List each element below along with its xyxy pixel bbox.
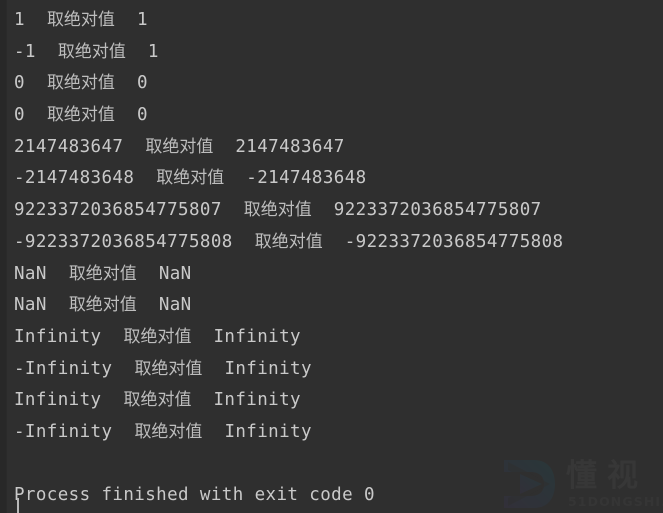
line-input-value: NaN	[14, 263, 47, 284]
line-input-value: 1	[14, 10, 25, 30]
line-input-value: -Infinity	[14, 358, 113, 379]
console-line: Infinity 取绝对值 Infinity	[14, 322, 663, 354]
line-operation-label: 取绝对值	[134, 358, 203, 379]
exit-message-text: Process finished with exit code 0	[14, 485, 375, 506]
line-operation-label: 取绝对值	[68, 263, 137, 284]
line-input-value: -2147483648	[14, 168, 135, 189]
line-input-value: Infinity	[14, 390, 102, 411]
line-input-value: -1	[14, 41, 36, 62]
line-input-value: Infinity	[14, 326, 102, 347]
console-line: Infinity 取绝对值 Infinity	[14, 385, 663, 417]
line-output-value: NaN	[158, 295, 192, 316]
line-output-value: 9223372036854775807	[333, 200, 542, 221]
console-line: -2147483648 取绝对值 -2147483648	[14, 163, 663, 195]
line-operation-label: 取绝对值	[46, 105, 115, 126]
line-output-value: 2147483647	[235, 136, 345, 157]
line-input-value: 9223372036854775807	[14, 200, 222, 221]
line-output-value: Infinity	[213, 390, 301, 411]
process-exit-message: Process finished with exit code 0	[14, 480, 663, 512]
line-input-value: 0	[14, 105, 25, 126]
console-line: 1 取绝对值 1	[14, 5, 663, 37]
console-line: -1 取绝对值 1	[14, 37, 663, 69]
line-operation-label: 取绝对值	[68, 295, 137, 316]
line-output-value: 0	[136, 105, 148, 126]
line-operation-label: 取绝对值	[123, 326, 192, 347]
console-output-panel[interactable]: 1 取绝对值 1 -1 取绝对值 1 0 取绝对值 0 0 取绝对值 0 2147483647 取…	[0, 0, 663, 513]
console-line: 2147483647 取绝对值 2147483647	[14, 132, 663, 164]
text-caret	[17, 498, 19, 513]
line-output-value: Infinity	[224, 421, 312, 442]
line-operation-label: 取绝对值	[156, 168, 225, 189]
console-line: -Infinity 取绝对值 Infinity	[14, 417, 663, 449]
line-operation-label: 取绝对值	[134, 421, 203, 442]
line-output-value: Infinity	[224, 358, 312, 379]
console-line: 9223372036854775807 取绝对值 92233720368547758…	[14, 195, 663, 227]
line-input-value: NaN	[14, 295, 47, 316]
console-gutter	[0, 0, 7, 513]
line-output-value: 1	[147, 41, 159, 62]
line-operation-label: 取绝对值	[145, 136, 214, 157]
console-line: NaN 取绝对值 NaN	[14, 290, 663, 322]
console-line: 0 取绝对值 0	[14, 100, 663, 132]
line-input-value: -9223372036854775808	[14, 231, 233, 252]
line-operation-label: 取绝对值	[57, 41, 126, 62]
line-output-value: NaN	[158, 263, 192, 284]
line-input-value: -Infinity	[14, 421, 113, 442]
line-output-value: -2147483648	[246, 168, 367, 189]
line-operation-label: 取绝对值	[243, 200, 312, 221]
console-line: -9223372036854775808 取绝对值 -922337203685477…	[14, 227, 663, 259]
line-operation-label: 取绝对值	[46, 73, 115, 94]
line-output-value: Infinity	[213, 326, 301, 347]
console-line: NaN 取绝对值 NaN	[14, 259, 663, 291]
line-output-value: 0	[136, 73, 148, 94]
line-input-value: 0	[14, 73, 25, 94]
line-output-value: 1	[136, 10, 148, 30]
console-text-area[interactable]: 1 取绝对值 1 -1 取绝对值 1 0 取绝对值 0 0 取绝对值 0 2147483647 取…	[7, 0, 663, 513]
line-output-value: -9223372036854775808	[344, 231, 564, 252]
line-operation-label: 取绝对值	[123, 390, 192, 411]
line-operation-label: 取绝对值	[254, 231, 323, 252]
line-input-value: 2147483647	[14, 136, 124, 157]
line-operation-label: 取绝对值	[46, 10, 115, 30]
console-line: -Infinity 取绝对值 Infinity	[14, 354, 663, 386]
console-line: 0 取绝对值 0	[14, 68, 663, 100]
